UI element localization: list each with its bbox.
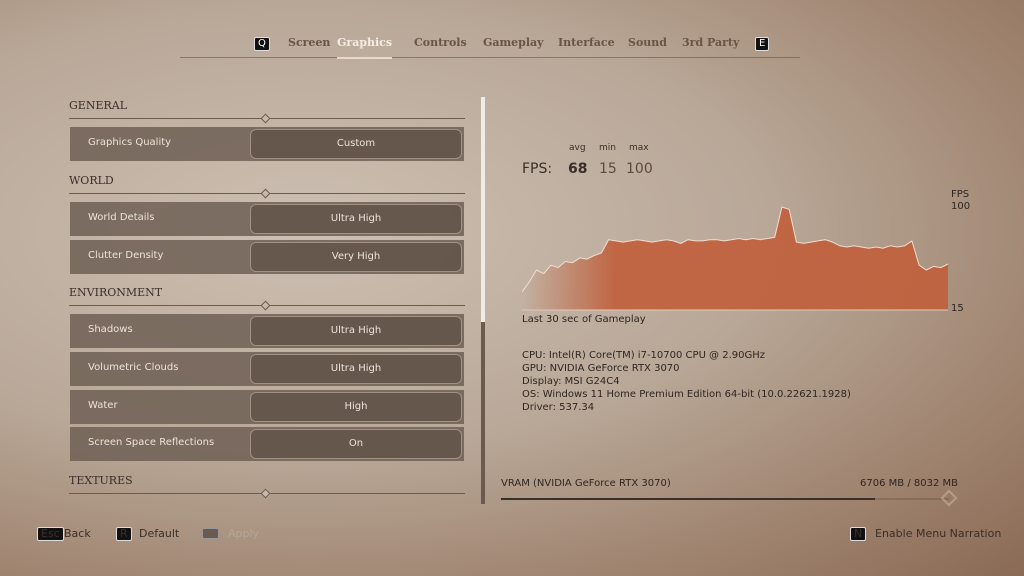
chart-y-label: FPS — [951, 189, 970, 200]
vram-usage: 6706 MB / 8032 MB — [860, 478, 958, 489]
gpu-info: GPU: NVIDIA GeForce RTX 3070 — [522, 363, 680, 374]
setting-value[interactable]: On — [250, 429, 462, 459]
vram-bar-fill — [501, 498, 876, 500]
fps-max-label: max — [629, 143, 649, 153]
fps-avg-label: avg — [569, 143, 586, 153]
setting-value[interactable]: High — [250, 392, 462, 422]
setting-label: Graphics Quality — [88, 137, 172, 148]
setting-label: Water — [88, 400, 118, 411]
tab-bar: Q Screen Graphics Controls Gameplay Inte… — [180, 28, 800, 59]
setting-label: World Details — [88, 212, 155, 223]
cpu-info: CPU: Intel(R) Core(TM) i7-10700 CPU @ 2.… — [522, 350, 766, 361]
fps-chart — [522, 206, 949, 311]
system-info: CPU: Intel(R) Core(TM) i7-10700 CPU @ 2.… — [522, 349, 851, 414]
setting-label: Shadows — [88, 324, 133, 335]
chart-y-bottom: 15 — [951, 303, 964, 314]
chart-x-label: Last 30 sec of Gameplay — [522, 314, 646, 325]
setting-label: Volumetric Clouds — [88, 362, 179, 373]
default-button[interactable]: Default — [139, 527, 179, 540]
section-textures: TEXTURES — [69, 474, 465, 499]
tab-graphics[interactable]: Graphics — [337, 36, 393, 59]
next-tab-key[interactable]: E — [755, 37, 770, 51]
os-info: OS: Windows 11 Home Premium Edition 64-b… — [522, 389, 851, 400]
setting-clutter-density[interactable]: Clutter Density Very High — [70, 240, 464, 274]
setting-value[interactable]: Custom — [250, 129, 462, 159]
tab-sound[interactable]: Sound — [628, 36, 667, 49]
apply-button[interactable]: Apply — [228, 527, 259, 540]
back-button[interactable]: Back — [64, 527, 91, 540]
scrollbar-thumb[interactable] — [481, 97, 485, 322]
vram-bar — [501, 489, 958, 507]
fps-min-label: min — [599, 143, 616, 153]
narration-key: N — [850, 527, 867, 541]
back-key: Esc — [37, 527, 64, 541]
tab-screen[interactable]: Screen — [288, 36, 330, 49]
section-general: GENERAL — [69, 99, 465, 124]
tab-interface[interactable]: Interface — [558, 36, 615, 49]
fps-max: 100 — [626, 161, 653, 177]
chart-y-top: 100 — [951, 201, 971, 212]
setting-world-details[interactable]: World Details Ultra High — [70, 202, 464, 236]
prev-tab-key[interactable]: Q — [254, 37, 270, 51]
setting-water[interactable]: Water High — [70, 390, 464, 424]
section-world: WORLD — [69, 174, 465, 199]
spacebar-key-icon — [202, 528, 219, 539]
display-info: Display: MSI G24C4 — [522, 376, 620, 387]
setting-ssr[interactable]: Screen Space Reflections On — [70, 427, 464, 461]
setting-volumetric-clouds[interactable]: Volumetric Clouds Ultra High — [70, 352, 464, 386]
driver-info: Driver: 537.34 — [522, 402, 595, 413]
tab-controls[interactable]: Controls — [414, 36, 467, 49]
setting-label: Screen Space Reflections — [88, 437, 215, 448]
setting-shadows[interactable]: Shadows Ultra High — [70, 314, 464, 348]
section-environment: ENVIRONMENT — [69, 286, 465, 311]
fps-avg: 68 — [568, 161, 588, 177]
vram-bar-end-marker — [940, 489, 958, 507]
tab-gameplay[interactable]: Gameplay — [483, 36, 544, 49]
fps-label: FPS: — [522, 161, 553, 177]
setting-graphics-quality[interactable]: Graphics Quality Custom — [70, 127, 464, 161]
scrollbar[interactable] — [481, 97, 485, 504]
setting-value[interactable]: Ultra High — [250, 316, 462, 346]
setting-value[interactable]: Very High — [250, 242, 462, 272]
vram-label: VRAM (NVIDIA GeForce RTX 3070) — [501, 478, 671, 489]
narration-toggle[interactable]: Enable Menu Narration — [875, 527, 1001, 540]
setting-value[interactable]: Ultra High — [250, 354, 462, 384]
tab-3rd-party[interactable]: 3rd Party — [682, 36, 739, 49]
setting-value[interactable]: Ultra High — [250, 204, 462, 234]
fps-min: 15 — [599, 161, 617, 177]
setting-label: Clutter Density — [88, 250, 164, 261]
default-key: R — [116, 527, 132, 541]
